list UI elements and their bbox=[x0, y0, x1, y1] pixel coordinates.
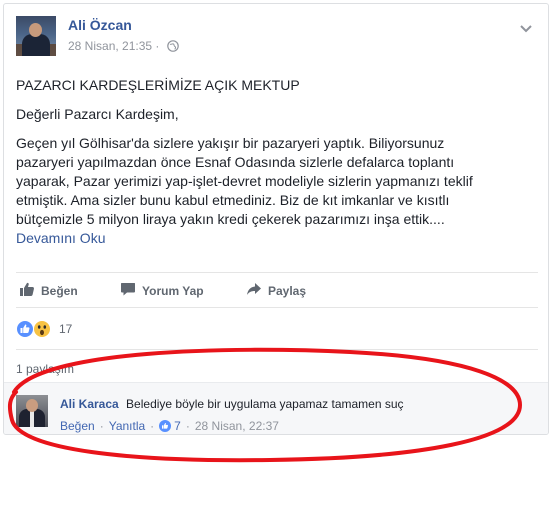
commenter-avatar[interactable] bbox=[16, 395, 48, 427]
author-name[interactable]: Ali Özcan bbox=[68, 17, 132, 33]
post-body-line: etmiştik. Ama sizler bunu kabul etmedini… bbox=[16, 192, 450, 208]
post-body-line: bütçemizle 5 milyon liraya yakın kredi ç… bbox=[16, 211, 445, 227]
post-meta: 28 Nisan, 21:35 · bbox=[68, 39, 179, 55]
share-button[interactable]: Paylaş bbox=[246, 281, 306, 300]
globe-icon[interactable] bbox=[166, 40, 179, 55]
comment-label: Yorum Yap bbox=[142, 283, 204, 298]
thumbs-up-icon bbox=[19, 281, 35, 300]
share-arrow-icon bbox=[246, 281, 262, 300]
post-body-line: yaparak, Pazar yerimizi yap-işlet-devret… bbox=[16, 173, 473, 189]
post-body: Geçen yıl Gölhisar'da sizlere yakışır bi… bbox=[16, 134, 534, 248]
like-button[interactable]: Beğen bbox=[19, 281, 78, 300]
comment-like-link[interactable]: Beğen bbox=[60, 419, 95, 433]
post-body-line: Geçen yıl Gölhisar'da sizlere yakışır bi… bbox=[16, 135, 445, 151]
comments-section: Ali Karaca Belediye böyle bir uygulama y… bbox=[4, 382, 548, 434]
post-header: Ali Özcan 28 Nisan, 21:35 · bbox=[16, 16, 536, 60]
post-timestamp[interactable]: 28 Nisan, 21:35 bbox=[68, 39, 152, 53]
options-chevron-icon[interactable] bbox=[516, 22, 536, 36]
wow-reaction-icon bbox=[33, 320, 51, 343]
comment-bubble-icon bbox=[120, 281, 136, 300]
share-label: Paylaş bbox=[268, 283, 307, 298]
comment-reply-link[interactable]: Yanıtla bbox=[109, 419, 145, 433]
author-avatar[interactable] bbox=[16, 16, 56, 56]
like-reaction-icon bbox=[16, 320, 34, 343]
divider bbox=[16, 349, 538, 350]
post-body-line: pazaryeri yapılmazdan önce Esnaf Odasınd… bbox=[16, 154, 455, 170]
reactions-summary[interactable]: 17 bbox=[16, 318, 536, 340]
comment-text: Belediye böyle bir uygulama yapamaz tama… bbox=[126, 397, 404, 411]
comment-timestamp[interactable]: 28 Nisan, 22:37 bbox=[195, 419, 279, 433]
commenter-name[interactable]: Ali Karaca bbox=[60, 397, 119, 411]
comment-button[interactable]: Yorum Yap bbox=[120, 281, 204, 300]
comment-likes-count: 7 bbox=[174, 419, 181, 433]
post-greeting: Değerli Pazarcı Kardeşim, bbox=[16, 106, 179, 122]
shares-count[interactable]: 1 paylaşım bbox=[16, 362, 74, 376]
comment-likes[interactable]: 7 bbox=[159, 419, 181, 433]
post-title: PAZARCI KARDEŞLERİMİZE AÇIK MEKTUP bbox=[16, 77, 300, 93]
reaction-count: 17 bbox=[59, 322, 73, 336]
post-content: PAZARCI KARDEŞLERİMİZE AÇIK MEKTUP Değer… bbox=[16, 76, 534, 248]
post-card: Ali Özcan 28 Nisan, 21:35 · PAZARCI KARD… bbox=[3, 3, 549, 435]
like-label: Beğen bbox=[41, 283, 78, 298]
post-actions: Beğen Yorum Yap Paylaş bbox=[16, 272, 538, 308]
comment-line: Ali Karaca Belediye böyle bir uygulama y… bbox=[60, 397, 404, 411]
like-reaction-icon bbox=[159, 420, 172, 432]
see-more-link[interactable]: Devamını Oku bbox=[16, 230, 105, 246]
comment-meta: Beğen · Yanıtla · 7 · 28 Nisan, 22:37 bbox=[60, 419, 279, 433]
